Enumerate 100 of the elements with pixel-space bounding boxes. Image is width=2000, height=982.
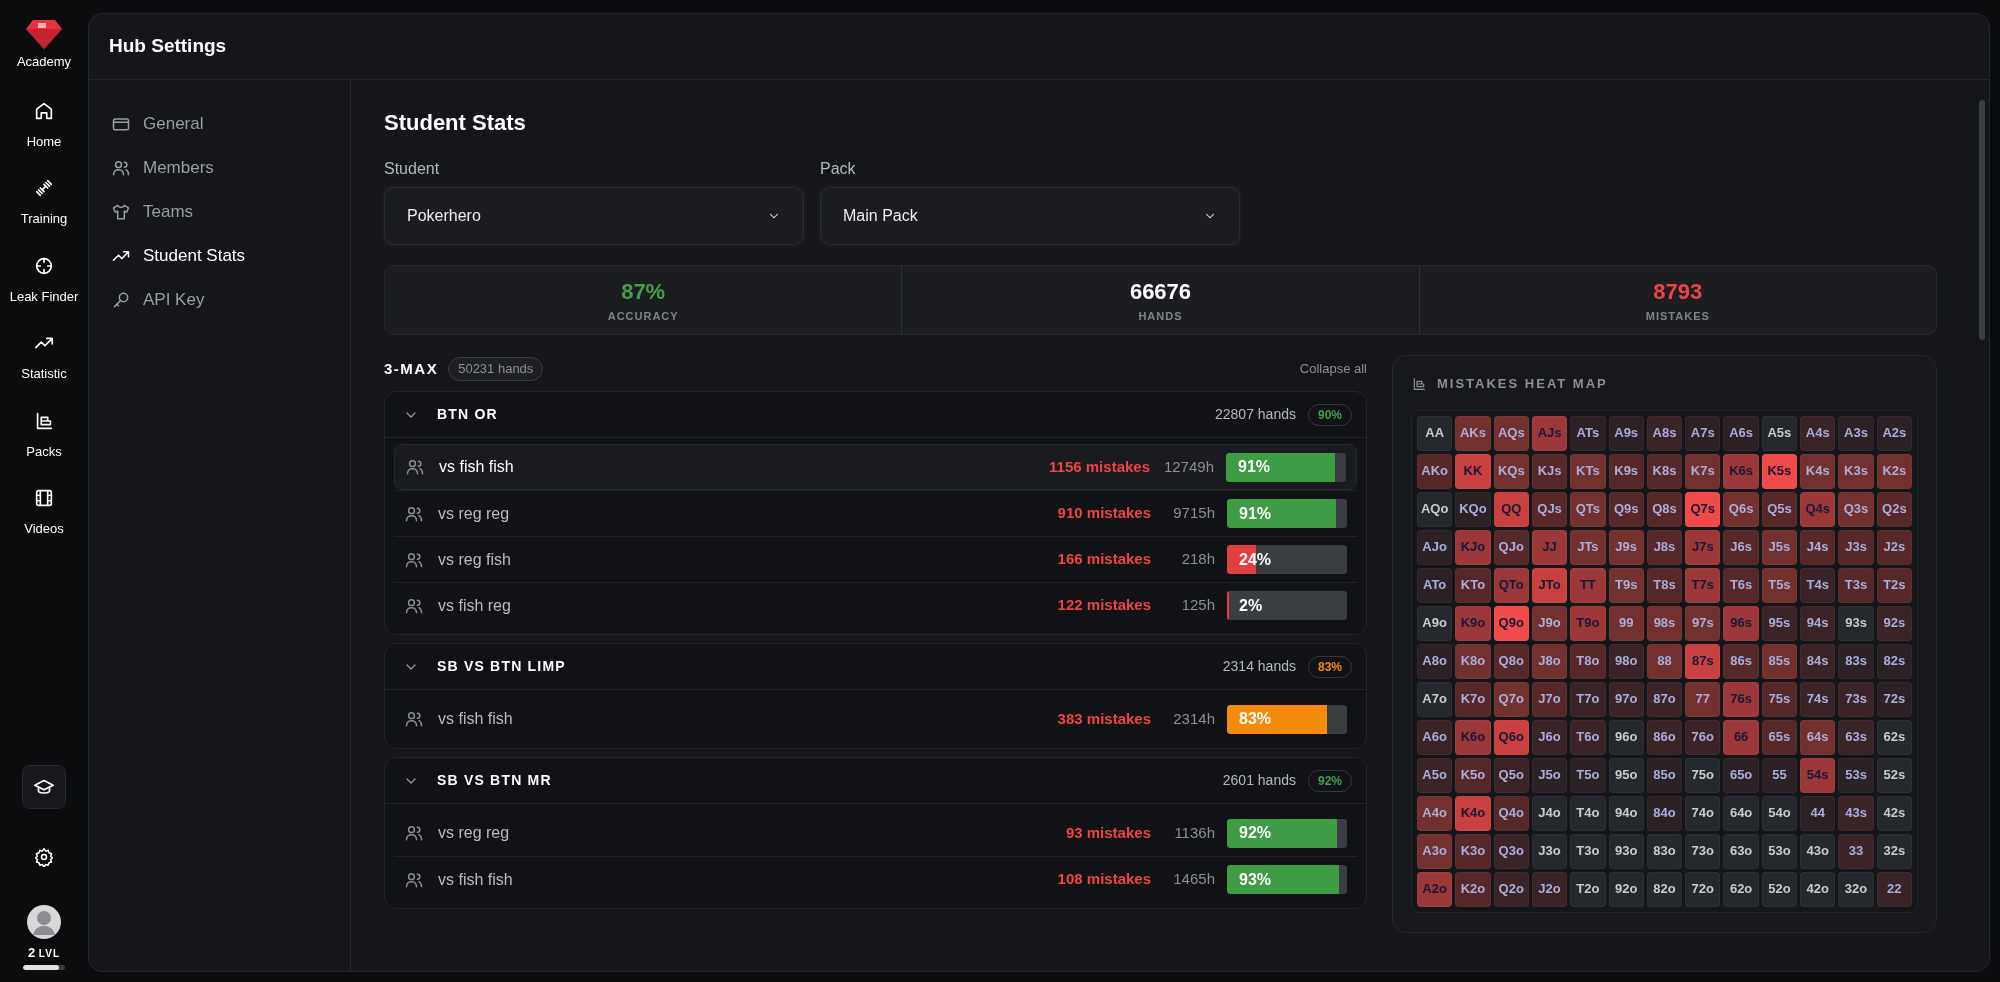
hand-cell: Q8o	[1493, 643, 1529, 679]
hand-cell: T2o	[1570, 871, 1606, 907]
hand-cell: 87o	[1646, 681, 1683, 717]
avatar[interactable]	[27, 904, 61, 939]
section-title: 3-MAX	[384, 358, 439, 379]
hand-cell: A4o	[1417, 795, 1453, 831]
hand-cell: 86o	[1646, 719, 1683, 755]
matchup-row[interactable]: vs fish fish 108 mistakes 1465h 93%	[394, 856, 1357, 902]
hand-cell: 64o	[1723, 795, 1759, 831]
nav-item[interactable]: Statistic	[21, 332, 67, 384]
hand-cell: Q9o	[1493, 605, 1529, 641]
accuracy-percent: 91%	[1239, 503, 1272, 524]
hand-cell: 82o	[1646, 871, 1683, 907]
settings-nav-item[interactable]: API Key	[101, 278, 338, 322]
select-field[interactable]: Pokerhero	[384, 187, 804, 245]
hand-cell: QJo	[1493, 529, 1529, 565]
hand-cell: 75o	[1685, 757, 1721, 793]
hand-cell: K6o	[1455, 719, 1491, 755]
group-title: SB VS BTN LIMP	[437, 657, 566, 676]
nav-item[interactable]: Leak Finder	[9, 254, 79, 306]
settings-nav-item[interactable]: Members	[101, 146, 338, 190]
hand-cell: 32o	[1838, 871, 1874, 907]
hands-count: 22807 hands	[1215, 405, 1296, 424]
heat-map-title: MISTAKES HEAT MAP	[1437, 375, 1608, 393]
settings-nav-item[interactable]: Student Stats	[101, 234, 338, 278]
nav-item[interactable]: Videos	[24, 487, 64, 539]
stat-value: 87%	[621, 278, 666, 307]
hand-cell: 85o	[1646, 757, 1683, 793]
hand-cell: J2s	[1876, 529, 1912, 565]
hand-cell: K9s	[1608, 453, 1644, 489]
matchup-row[interactable]: vs fish fish 1156 mistakes 12749h 91%	[394, 444, 1357, 490]
matchup-row[interactable]: vs reg reg 910 mistakes 9715h 91%	[394, 490, 1357, 536]
field-label: Pack	[820, 159, 857, 179]
field-label: Student	[384, 159, 441, 179]
hand-cell: 97o	[1608, 681, 1644, 717]
hand-cell: 85s	[1761, 643, 1798, 679]
hand-cell: A5o	[1417, 757, 1453, 793]
collapse-all-link[interactable]: Collapse all	[1299, 359, 1367, 379]
hand-cell: 84o	[1646, 795, 1683, 831]
hand-cell: K8s	[1646, 453, 1683, 489]
hand-cell: 92s	[1876, 605, 1912, 641]
hand-cell: K7s	[1685, 453, 1721, 489]
hand-cell: AJo	[1417, 529, 1453, 565]
hand-cell: 63o	[1723, 833, 1759, 869]
hands-count: 2314h	[1172, 708, 1215, 729]
settings-nav-item[interactable]: Teams	[101, 190, 338, 234]
hand-cell: 86s	[1723, 643, 1759, 679]
hand-cell: 98o	[1608, 643, 1644, 679]
hands-count: 9715h	[1172, 503, 1215, 524]
settings-nav-item[interactable]: General	[101, 102, 338, 146]
hand-cell: JJ	[1531, 529, 1568, 565]
matchup-row[interactable]: vs reg reg 93 mistakes 1136h 92%	[394, 810, 1357, 856]
hand-cell: 88	[1646, 643, 1683, 679]
hand-cell: Q2o	[1493, 871, 1529, 907]
matchup-row[interactable]: vs fish reg 122 mistakes 125h 2%	[394, 582, 1357, 628]
hand-cell: AKo	[1417, 453, 1453, 489]
select-field[interactable]: Main Pack	[820, 187, 1240, 245]
hand-cell: Q4s	[1800, 491, 1836, 527]
hand-cell: 63s	[1838, 719, 1874, 755]
hand-cell: KTs	[1570, 453, 1606, 489]
hand-cell: T8s	[1646, 567, 1683, 603]
hand-cell: 22	[1876, 871, 1912, 907]
hand-cell: A3o	[1417, 833, 1453, 869]
stat-value: 66676	[1129, 278, 1192, 307]
hand-cell: Q9s	[1608, 491, 1644, 527]
hand-cell: K4o	[1455, 795, 1491, 831]
hand-cell: A5s	[1761, 415, 1798, 451]
accuracy-percent: 93%	[1239, 869, 1272, 890]
hand-cell: 52s	[1876, 757, 1912, 793]
hand-cell: JTs	[1570, 529, 1606, 565]
hand-cell: 43o	[1800, 833, 1836, 869]
hand-cell: 96s	[1723, 605, 1759, 641]
hand-cell: J6s	[1723, 529, 1759, 565]
hand-cell: K3s	[1838, 453, 1874, 489]
hand-cell: Q8s	[1646, 491, 1683, 527]
hand-cell: 92o	[1608, 871, 1644, 907]
hand-cell: JTo	[1531, 567, 1568, 603]
hand-cell: J9s	[1608, 529, 1644, 565]
hand-cell: 97s	[1685, 605, 1721, 641]
nav-item[interactable]: Home	[26, 99, 62, 151]
hands-count: 1136h	[1173, 822, 1215, 843]
hand-cell: K7o	[1455, 681, 1491, 717]
hand-cell: J3s	[1838, 529, 1874, 565]
hand-cell: 83s	[1838, 643, 1874, 679]
hand-cell: 94o	[1608, 795, 1644, 831]
hands-count: 218h	[1180, 549, 1215, 570]
academy-button[interactable]	[22, 764, 66, 809]
matchup-label: vs reg fish	[438, 549, 511, 570]
nav-item[interactable]: Training	[20, 177, 68, 229]
matchup-row[interactable]: vs fish fish 383 mistakes 2314h 83%	[394, 696, 1357, 742]
nav-item[interactable]: Packs	[26, 409, 62, 461]
hand-cell: 54o	[1761, 795, 1798, 831]
mistakes-count: 93 mistakes	[1065, 822, 1151, 843]
hand-cell: AQs	[1493, 415, 1529, 451]
scrollbar-thumb[interactable]	[1979, 100, 1985, 340]
hand-cell: QQ	[1493, 491, 1529, 527]
hand-cell: T2s	[1876, 567, 1912, 603]
hand-cell: A7o	[1417, 681, 1453, 717]
users-icon	[404, 709, 424, 729]
hand-cell: Q5o	[1493, 757, 1529, 793]
